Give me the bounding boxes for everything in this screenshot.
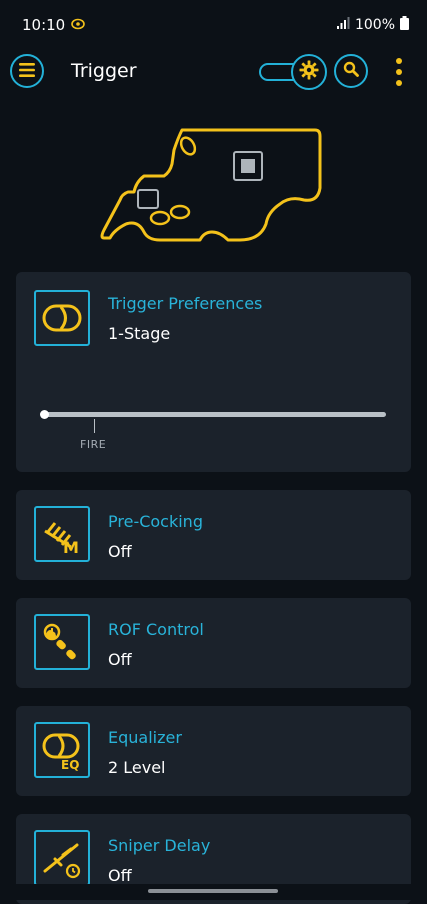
board-illustration: [100, 120, 330, 250]
card-value: 1-Stage: [108, 324, 171, 343]
more-dot: [396, 58, 402, 64]
search-button[interactable]: [334, 54, 368, 88]
card-title: ROF Control: [108, 620, 204, 639]
circuit-board-icon: [100, 128, 322, 242]
card-title: Equalizer: [108, 728, 182, 747]
system-nav-bar: [0, 884, 427, 900]
card-value: Off: [108, 866, 132, 885]
more-dot: [396, 69, 402, 75]
status-time: 10:10: [22, 16, 66, 34]
mode-toggle[interactable]: [257, 54, 327, 90]
equalizer-card[interactable]: EQ Equalizer 2 Level: [16, 706, 411, 796]
equalizer-icon: EQ: [34, 722, 90, 778]
trigger-preferences-card[interactable]: Trigger Preferences 1-Stage FIRE: [16, 272, 411, 472]
trigger-stage-icon: [34, 290, 90, 346]
card-title: Trigger Preferences: [108, 294, 263, 313]
sniper-rifle-icon: [34, 830, 90, 886]
card-value: Off: [108, 542, 132, 561]
more-dot: [396, 80, 402, 86]
search-icon: [343, 61, 359, 81]
svg-text:M: M: [63, 538, 79, 555]
spring-mode-icon: M: [34, 506, 90, 562]
card-title: Pre-Cocking: [108, 512, 203, 531]
home-gesture-handle[interactable]: [148, 889, 278, 893]
notification-icon: [71, 16, 86, 34]
status-left: 10:10: [22, 16, 86, 34]
card-value: Off: [108, 650, 132, 669]
page-title: Trigger: [71, 60, 137, 82]
status-right: 100%: [336, 16, 409, 34]
toggle-knob: [291, 54, 327, 90]
menu-icon: [19, 62, 35, 81]
app-bar: Trigger: [0, 50, 427, 94]
fire-slider-track[interactable]: [44, 412, 386, 417]
card-title: Sniper Delay: [108, 836, 211, 855]
gear-icon: [299, 60, 319, 84]
fire-slider-thumb[interactable]: [40, 410, 49, 419]
menu-button[interactable]: [10, 54, 44, 88]
battery-percent: 100%: [354, 17, 395, 33]
more-options-button[interactable]: [388, 56, 410, 88]
rof-control-card[interactable]: ROF Control Off: [16, 598, 411, 688]
signal-icon: [336, 17, 350, 33]
status-bar: 10:10 100%: [0, 0, 427, 50]
card-value: 2 Level: [108, 758, 166, 777]
svg-text:EQ: EQ: [61, 758, 79, 771]
slider-tick: [94, 419, 95, 433]
slider-label: FIRE: [80, 438, 107, 451]
rof-timer-icon: [34, 614, 90, 670]
battery-icon: [400, 16, 409, 34]
pre-cocking-card[interactable]: M Pre-Cocking Off: [16, 490, 411, 580]
